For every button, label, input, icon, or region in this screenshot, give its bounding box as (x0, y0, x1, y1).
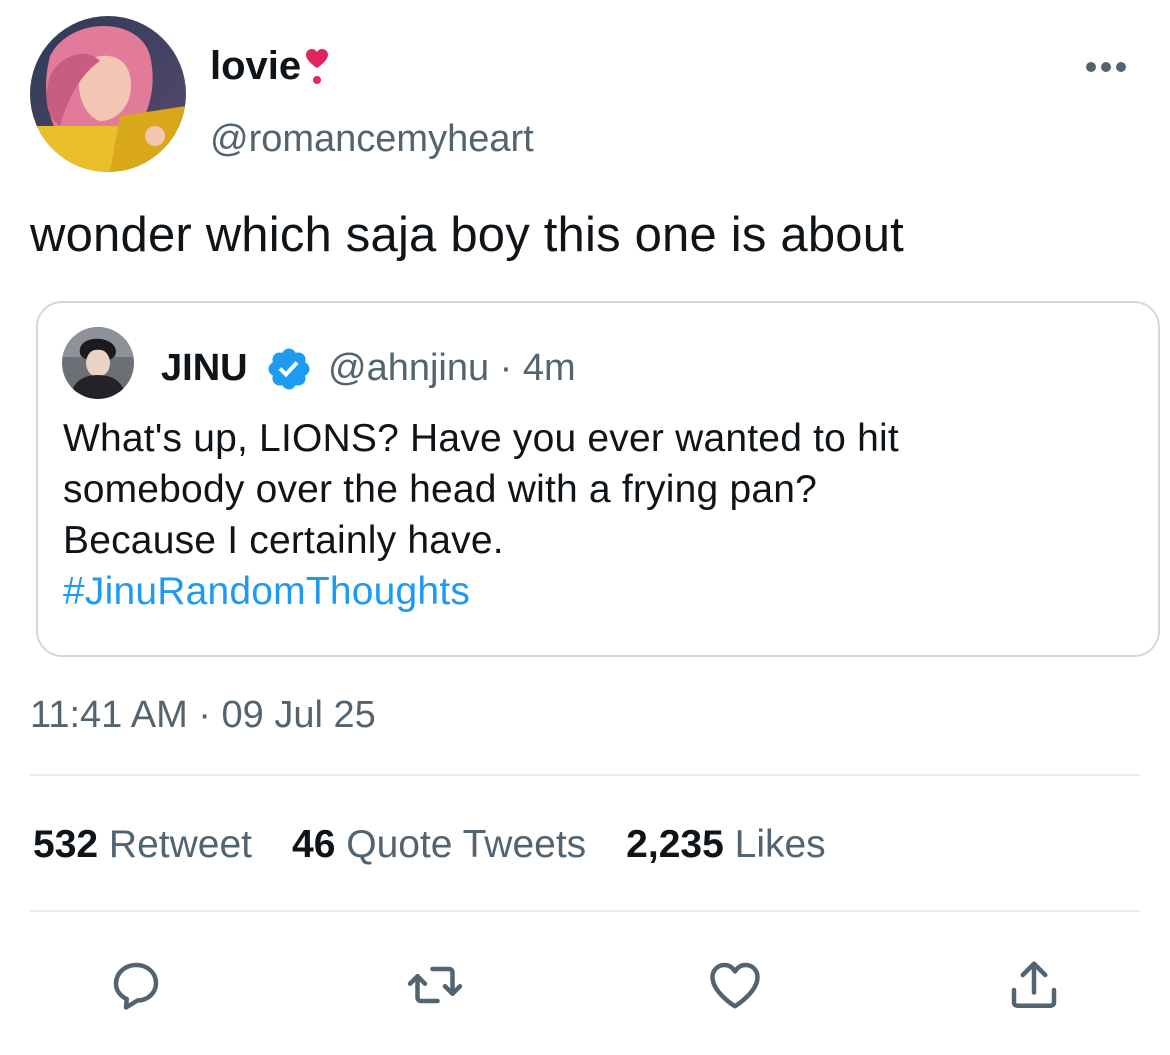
tweet-timestamp[interactable]: 11:41 AM · 09 Jul 25 (30, 692, 376, 738)
quoted-handle-time[interactable]: @ahnjinu · 4m (328, 346, 576, 390)
quotes-label: Quote Tweets (346, 823, 587, 866)
quoted-text-line: What's up, LIONS? Have you ever wanted t… (63, 417, 899, 460)
quote-tweets-stat[interactable]: 46 Quote Tweets (292, 822, 586, 868)
avatar[interactable] (30, 16, 186, 172)
quoted-display-name[interactable]: JINU (161, 346, 248, 390)
display-name-text: lovie (210, 44, 302, 88)
likes-stat[interactable]: 2,235 Likes (626, 822, 826, 868)
quoted-avatar[interactable] (62, 327, 134, 399)
heart-exclamation-icon (305, 48, 329, 99)
retweets-count: 532 (33, 823, 99, 866)
verified-badge-icon (265, 345, 313, 393)
retweets-stat[interactable]: 532 Retweet (33, 822, 252, 868)
retweet-icon[interactable] (405, 955, 465, 1015)
reply-icon[interactable] (106, 955, 166, 1015)
tweet-text: wonder which saja boy this one is about (30, 208, 904, 262)
divider (30, 774, 1140, 776)
share-icon[interactable] (1004, 955, 1064, 1015)
like-icon[interactable] (705, 955, 765, 1015)
profile-avatar-image (30, 16, 186, 172)
quoted-text-line: somebody over the head with a frying pan… (63, 468, 817, 511)
more-options-icon[interactable] (1084, 60, 1128, 74)
quoted-tweet-text: What's up, LIONS? Have you ever wanted t… (63, 413, 1143, 617)
engagement-stats: 532 Retweet 46 Quote Tweets 2,235 Likes (33, 822, 866, 868)
hashtag-link[interactable]: #JinuRandomThoughts (63, 566, 1143, 617)
quoted-text-line: Because I certainly have. (63, 519, 504, 562)
quoted-avatar-image (62, 327, 134, 399)
divider (30, 910, 1140, 912)
user-handle[interactable]: @romancemyheart (210, 116, 534, 162)
retweets-label: Retweet (108, 823, 252, 866)
likes-label: Likes (734, 823, 826, 866)
quotes-count: 46 (292, 823, 336, 866)
display-name[interactable]: lovie (210, 42, 329, 99)
likes-count: 2,235 (626, 823, 724, 866)
